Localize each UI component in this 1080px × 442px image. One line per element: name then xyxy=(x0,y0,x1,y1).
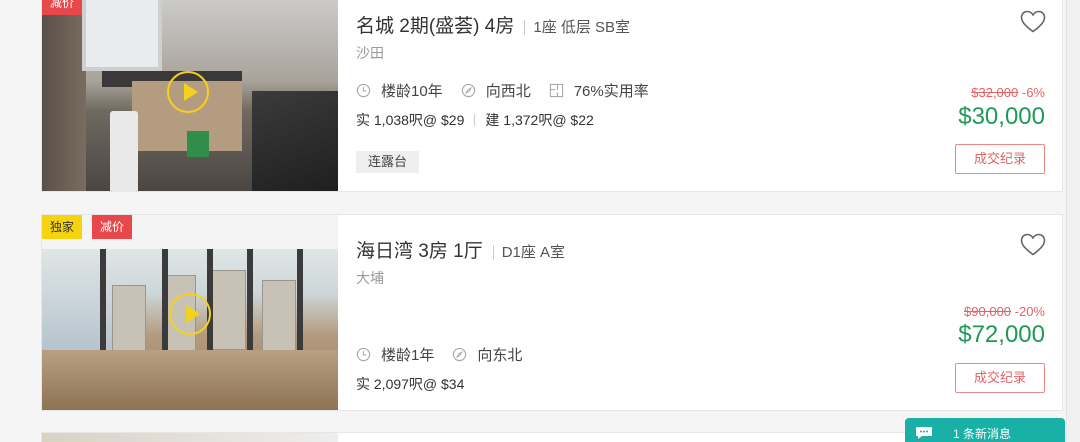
listing-card[interactable]: 独家 减价 海日湾 3房 1厅 D1座 A室 大埔 楼龄1年 向东北 实 2,0… xyxy=(41,214,1063,411)
discount-percent: -20% xyxy=(1014,304,1045,319)
listing-photo[interactable]: 减价 xyxy=(42,0,338,191)
original-price-value: $32,000 xyxy=(971,85,1019,100)
compass-icon xyxy=(461,83,475,98)
feature-tag: 连露台 xyxy=(356,151,420,173)
play-video-icon[interactable] xyxy=(169,293,211,335)
listing-page: 减价 名城 2期(盛荟) 4房 1座 低层 SB室 沙田 楼龄10年 向西北 7… xyxy=(0,0,1080,442)
compass-icon xyxy=(453,347,467,362)
discount-percent: -6% xyxy=(1021,85,1045,100)
clock-icon xyxy=(356,347,371,362)
transaction-record-button[interactable]: 成交纪录 xyxy=(955,363,1045,393)
unit-info: 1座 低层 SB室 xyxy=(524,20,630,35)
unit-info: D1座 A室 xyxy=(492,245,565,260)
gross-area: 建 1,372呎@ $22 xyxy=(485,112,594,128)
chat-icon xyxy=(916,427,932,439)
clock-icon xyxy=(356,83,371,98)
floorplan-icon xyxy=(549,83,563,98)
transaction-record-button[interactable]: 成交纪录 xyxy=(955,144,1045,174)
current-price: $30,000 xyxy=(958,103,1045,130)
scrollbar[interactable] xyxy=(1066,0,1080,442)
efficiency-rate: 76%实用率 xyxy=(573,83,649,100)
divider xyxy=(474,114,476,126)
facing: 向东北 xyxy=(477,347,523,364)
current-price: $72,000 xyxy=(958,321,1045,348)
original-price-value: $90,000 xyxy=(964,304,1012,319)
building-age: 楼龄10年 xyxy=(381,83,443,100)
chat-notification[interactable]: 1 条新消息 xyxy=(905,418,1065,442)
district: 沙田 xyxy=(356,45,384,61)
listing-card[interactable]: 减价 名城 2期(盛荟) 4房 1座 低层 SB室 沙田 楼龄10年 向西北 7… xyxy=(41,0,1063,192)
saleable-area: 实 2,097呎@ $34 xyxy=(356,376,465,392)
facing: 向西北 xyxy=(485,83,531,100)
favorite-heart-icon[interactable] xyxy=(1020,233,1046,257)
play-video-icon[interactable] xyxy=(167,71,209,113)
price-cut-badge: 减价 xyxy=(92,215,133,239)
listing-photo[interactable] xyxy=(42,433,338,442)
district: 大埔 xyxy=(356,270,384,286)
saleable-area: 实 1,038呎@ $29 xyxy=(356,112,465,128)
exclusive-badge: 独家 xyxy=(42,215,83,239)
original-price: $32,000 -6% xyxy=(971,85,1045,100)
original-price: $90,000 -20% xyxy=(964,304,1045,319)
listing-title[interactable]: 海日湾 3房 1厅 xyxy=(356,236,483,263)
favorite-heart-icon[interactable] xyxy=(1020,10,1046,34)
listing-title[interactable]: 名城 2期(盛荟) 4房 xyxy=(356,11,514,38)
listing-photo[interactable]: 独家 减价 xyxy=(42,215,338,410)
price-cut-badge: 减价 xyxy=(42,0,83,15)
building-age: 楼龄1年 xyxy=(381,347,435,364)
chat-label: 1 条新消息 xyxy=(953,426,1012,441)
